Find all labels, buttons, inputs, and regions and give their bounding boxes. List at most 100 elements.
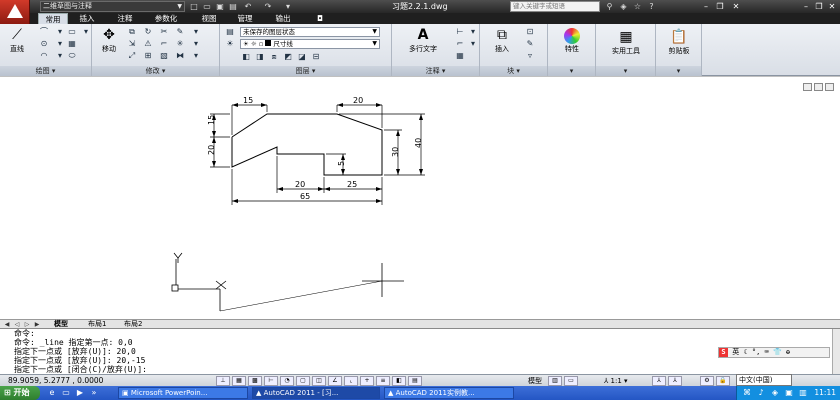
circle-icon[interactable]: ⊙ [38,39,50,49]
layer-state-select[interactable]: 未保存的图层状态 ▼ [240,27,380,37]
new-file-icon[interactable]: □ [188,1,200,12]
properties-button[interactable]: 特性 [552,28,592,54]
erase-icon[interactable]: ✎ [174,27,186,37]
hatch-icon[interactable]: ▦ [66,39,78,49]
block-attribute-icon[interactable]: ▿ [524,51,536,61]
command-scrollbar[interactable] [832,329,840,375]
chevron-down-icon[interactable]: ▾ [190,39,202,49]
minimize-icon[interactable]: – [700,1,712,12]
coordinate-readout[interactable]: 89.9059, 5.2777 , 0.0000 [8,376,103,386]
command-line[interactable]: 命令: 命令: _line 指定第一点: 0,0 指定下一点或 [放弃(U)]:… [0,328,840,375]
panel-layers-label[interactable]: 图层 ▾ [220,66,391,76]
task-autocad-1[interactable]: ▲ AutoCAD 2011 - [习... [252,387,380,399]
grid-display-icon[interactable]: ▩ [248,376,262,386]
quick-view-drawings-icon[interactable]: ▭ [564,376,578,386]
copy-icon[interactable]: ⧉ [126,27,138,37]
chevron-down-icon[interactable]: ▾ [190,51,202,61]
tray-volume-icon[interactable]: ♪ [755,388,767,398]
dynamic-input-icon[interactable]: + [360,376,374,386]
create-block-icon[interactable]: ⊡ [524,27,536,37]
tray-network-icon[interactable]: ⌘ [741,388,753,398]
arc-icon[interactable]: ◠ [38,51,50,61]
layer-tool-icon[interactable]: ⧈ [268,52,280,62]
help-icon[interactable]: ? [646,1,657,12]
binoculars-icon[interactable]: ⚲ [604,1,615,12]
task-powerpoint[interactable]: ▣ Microsoft PowerPoin... [118,387,248,399]
clipboard-button[interactable]: 📋 剪贴板 [658,28,700,56]
chevron-down-icon[interactable]: ▾ [467,27,479,37]
annotation-scale[interactable]: ⅄ 1:1 ▾ [604,376,628,386]
rotate-icon[interactable]: ↻ [142,27,154,37]
tab-parametric[interactable]: 参数化 [148,13,184,24]
toolbar-lock-icon[interactable]: 🔒 [716,376,730,386]
leader-icon[interactable]: ⌐ [454,39,466,49]
chevron-down-icon[interactable]: ▾ [190,27,202,37]
panel-annotation-label[interactable]: 注释 ▾ [392,66,479,76]
model-space-toggle[interactable]: 模型 [528,376,542,386]
infer-constraints-icon[interactable]: ⊥ [216,376,230,386]
panel-modify-label[interactable]: 修改 ▾ [92,66,219,76]
current-layer-select[interactable]: ☀ ☼ ▫ 尺寸线 ▼ [240,39,380,49]
offset-icon[interactable]: ▧ [158,51,170,61]
explode-icon[interactable]: ✳ [174,39,186,49]
layer-isolate-icon[interactable]: ☀ [224,39,236,49]
communication-center-icon[interactable]: ◈ [618,1,629,12]
quicklaunch-desktop-icon[interactable]: ▭ [60,388,72,398]
transparency-icon[interactable]: ◧ [392,376,406,386]
object-snap-icon[interactable]: ▢ [296,376,310,386]
auto-scale-icon[interactable]: ⅄ [668,376,682,386]
print-icon[interactable]: ▤ [227,1,239,12]
chevron-down-icon[interactable]: ▾ [54,27,66,37]
tray-app-icon[interactable]: ▣ [783,388,795,398]
drawing-canvas[interactable]: 15 20 15 20 5 30 40 20 25 65 [0,76,840,319]
utilities-button[interactable]: ▦ 实用工具 [600,28,652,56]
ellipse-icon[interactable]: ⬭ [66,51,78,61]
panel-draw-label[interactable]: 绘图 ▾ [0,66,91,76]
scale-icon[interactable]: ⤢ [126,51,138,61]
layer-tool-icon[interactable]: ◪ [296,52,308,62]
object-snap-tracking-icon[interactable]: ∠ [328,376,342,386]
insert-button[interactable]: ⧉ 插入 [484,26,520,54]
redo-icon[interactable]: ↷ [262,1,274,12]
panel-block-label[interactable]: 块 ▾ [480,66,547,76]
tab-view[interactable]: 视图 [196,13,222,24]
layer-tool-icon[interactable]: ◩ [282,52,294,62]
table-icon[interactable]: ▦ [454,51,466,61]
line-button[interactable]: ⟋ 直线 [2,26,32,54]
tab-annotate[interactable]: 注释 [112,13,138,24]
tray-app-icon[interactable]: ▥ [797,388,809,398]
tab-output[interactable]: 输出 [270,13,296,24]
trim-icon[interactable]: ✂ [158,27,170,37]
tab-home[interactable]: 常用 [38,13,68,24]
layer-tool-icon[interactable]: ◨ [254,52,266,62]
chevron-down-icon[interactable]: ▾ [54,51,66,61]
application-menu-button[interactable] [0,0,30,24]
workspace-switch-icon[interactable]: ⚙ [700,376,714,386]
rectangle-icon[interactable]: ▭ [66,27,78,37]
quick-properties-icon[interactable]: ▤ [408,376,422,386]
panel-properties-expand[interactable]: ▾ [548,66,595,76]
lineweight-icon[interactable]: ≡ [376,376,390,386]
doc-minimize-icon[interactable]: – [800,1,812,12]
workspace-select[interactable]: 二维草图与注释 ▼ [40,1,185,12]
array-icon[interactable]: ⊞ [142,51,154,61]
mtext-button[interactable]: A 多行文字 [398,26,448,54]
favorites-star-icon[interactable]: ☆ [632,1,643,12]
undo-icon[interactable]: ↶ [242,1,254,12]
snap-mode-icon[interactable]: ▦ [232,376,246,386]
quicklaunch-media-icon[interactable]: ▶ [74,388,86,398]
ribbon-minimize-icon[interactable]: ◘ [312,13,328,24]
doc-close-icon[interactable]: ✕ [826,1,838,12]
tray-security-icon[interactable]: ◈ [769,388,781,398]
quicklaunch-ie-icon[interactable]: e [46,388,58,398]
task-autocad-2[interactable]: ▲ AutoCAD 2011实例教... [384,387,514,399]
ime-toolbar[interactable]: S 英 ☾ °, ⌨ 👕 ✠ [718,347,830,358]
chevron-down-icon[interactable]: ▾ [80,27,92,37]
dimension-icon[interactable]: ⊢ [454,27,466,37]
doc-restore-icon[interactable]: ❐ [813,1,825,12]
restore-icon[interactable]: ❐ [714,1,726,12]
layer-properties-icon[interactable]: ▤ [224,27,236,37]
start-button[interactable]: ⊞ 开始 [0,386,40,400]
3d-osnap-icon[interactable]: ◫ [312,376,326,386]
mirror-icon[interactable]: ⚠ [142,39,154,49]
